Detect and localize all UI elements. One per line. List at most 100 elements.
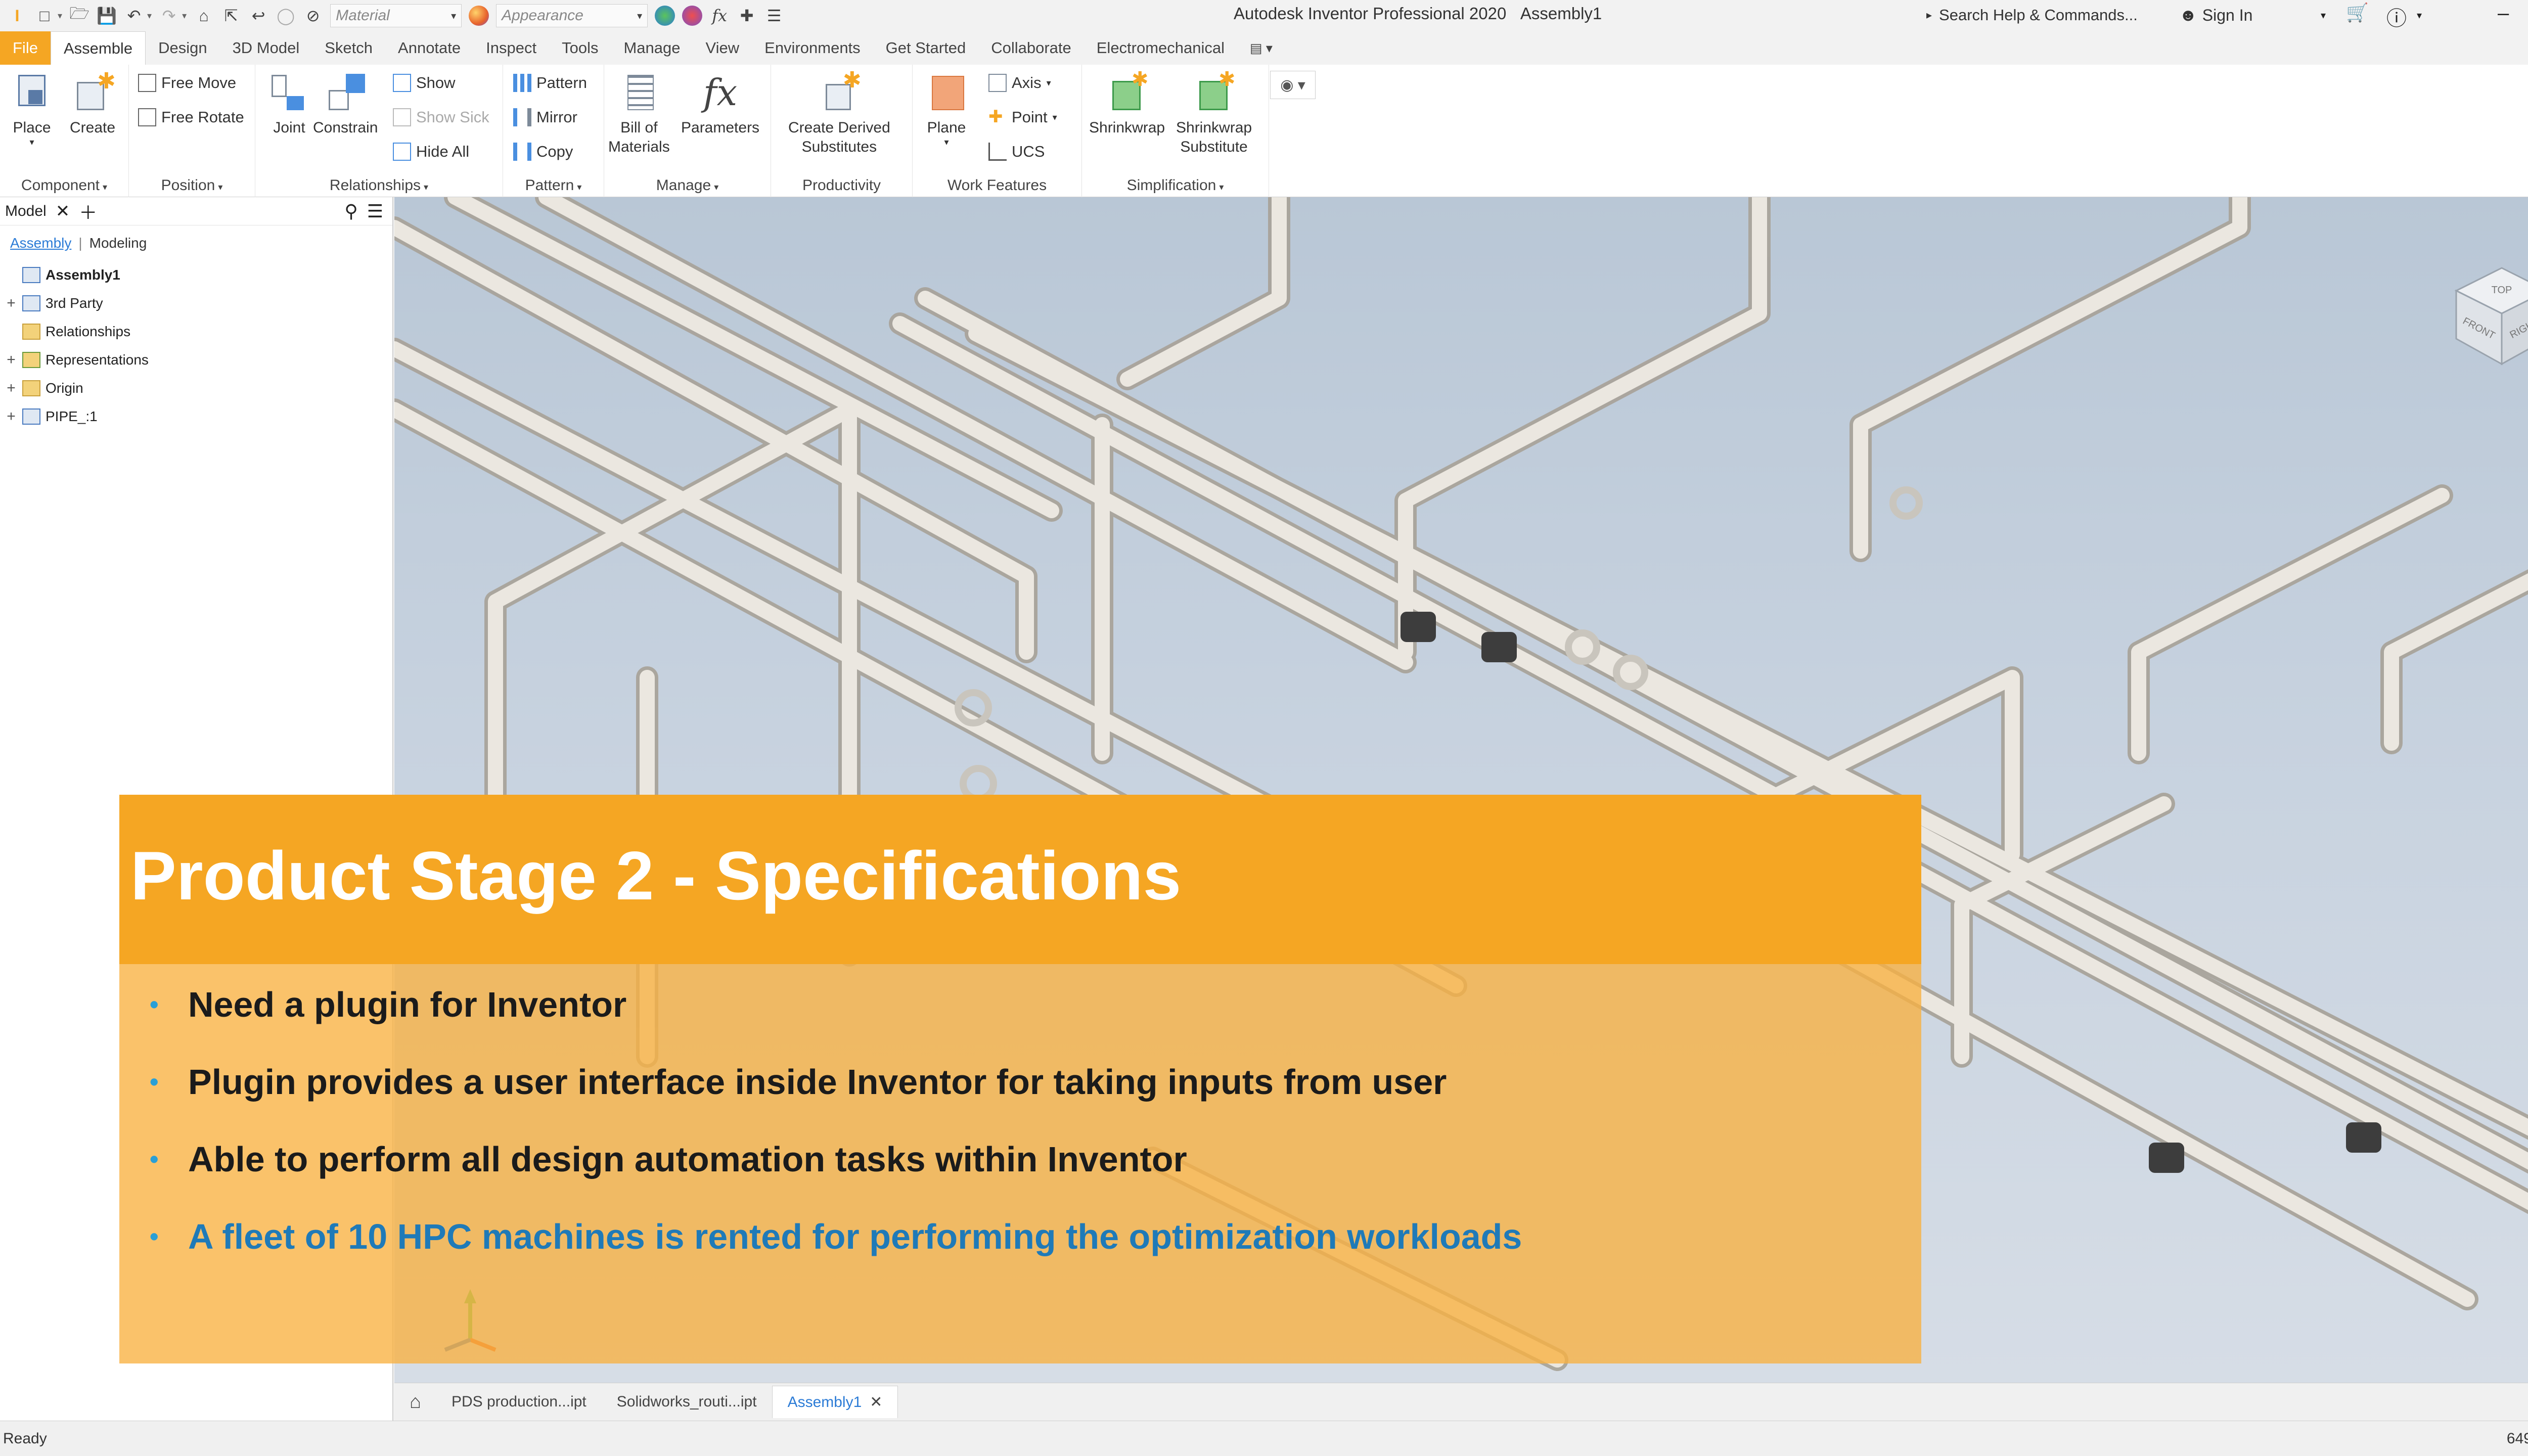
appearance-icon[interactable] bbox=[469, 6, 489, 26]
undo-dropdown-icon[interactable]: ▾ bbox=[147, 11, 152, 21]
tab-inspect[interactable]: Inspect bbox=[473, 31, 549, 65]
axis-button[interactable]: Axis ▾ bbox=[988, 70, 1051, 96]
component-group-label[interactable]: Component ▾ bbox=[0, 177, 128, 194]
help-dropdown-icon[interactable]: ▾ bbox=[2417, 9, 2422, 22]
free-move-button[interactable]: Free Move bbox=[138, 70, 236, 96]
cart-icon[interactable]: 🛒 bbox=[2346, 2, 2369, 23]
tree-item-relationships[interactable]: Relationships bbox=[5, 317, 392, 346]
document-tab-assembly1[interactable]: Assembly1 ✕ bbox=[772, 1386, 898, 1418]
new-dropdown-icon[interactable]: ▾ bbox=[58, 11, 62, 21]
close-icon[interactable]: ✕ bbox=[56, 201, 70, 221]
tab-modeling[interactable]: Modeling bbox=[89, 235, 147, 251]
create-button[interactable]: ✱ Create bbox=[70, 70, 116, 138]
point-button[interactable]: ✚ Point ▾ bbox=[988, 104, 1057, 130]
tree-item-assembly[interactable]: Assembly1 bbox=[5, 261, 392, 289]
ucs-label: UCS bbox=[1012, 143, 1045, 160]
home-icon: ⌂ bbox=[410, 1391, 421, 1413]
copy-button[interactable]: Copy bbox=[513, 139, 573, 165]
material-combo[interactable]: Material ▾ bbox=[330, 4, 462, 27]
tab-collaborate[interactable]: Collaborate bbox=[978, 31, 1084, 65]
customize-icon[interactable]: ☰ bbox=[764, 6, 784, 26]
appearance-combo[interactable]: Appearance ▾ bbox=[496, 4, 648, 27]
tree-item-origin[interactable]: + Origin bbox=[5, 374, 392, 402]
measure-icon[interactable]: ◯ bbox=[276, 6, 296, 26]
clear-appearance-icon[interactable] bbox=[682, 6, 703, 26]
redo-dropdown-icon[interactable]: ▾ bbox=[182, 11, 187, 21]
sign-in-button[interactable]: ☻ Sign In bbox=[2179, 3, 2252, 27]
mirror-button[interactable]: Mirror bbox=[513, 104, 577, 130]
select-icon[interactable]: ⇱ bbox=[221, 6, 241, 26]
tree-item-3rd-party[interactable]: + 3rd Party bbox=[5, 289, 392, 317]
adjust-appearance-icon[interactable] bbox=[655, 6, 675, 26]
view-cube[interactable]: TOP FRONT RIGHT bbox=[2446, 263, 2528, 379]
fx-icon[interactable]: fx bbox=[709, 6, 730, 26]
pattern-group-label[interactable]: Pattern ▾ bbox=[503, 177, 604, 194]
ribbon-overflow-button[interactable]: ◉ ▾ bbox=[1270, 71, 1316, 99]
redo-icon[interactable]: ↷ bbox=[159, 6, 179, 26]
new-file-icon[interactable]: □ bbox=[34, 6, 55, 26]
return-icon[interactable]: ↩ bbox=[248, 6, 268, 26]
relationships-group-label[interactable]: Relationships ▾ bbox=[255, 177, 503, 194]
menu-icon[interactable]: ☰ bbox=[367, 201, 383, 222]
position-label: Position bbox=[161, 177, 215, 194]
add-icon[interactable]: ＋ bbox=[79, 198, 97, 224]
expand-icon[interactable]: + bbox=[5, 380, 17, 397]
parameters-button[interactable]: fx Parameters bbox=[681, 70, 759, 138]
close-icon[interactable]: ✕ bbox=[870, 1393, 882, 1411]
ribbon-tabs: File Assemble Design 3D Model Sketch Ann… bbox=[0, 31, 2528, 65]
position-group-label[interactable]: Position ▾ bbox=[129, 177, 255, 194]
home-tab[interactable]: ⌂ bbox=[394, 1386, 436, 1418]
parameters-label: Parameters bbox=[681, 119, 760, 136]
bill-of-materials-button[interactable]: Bill of Materials bbox=[608, 70, 670, 157]
add-icon[interactable]: ✚ bbox=[737, 6, 757, 26]
create-derived-substitutes-button[interactable]: ✱ Create Derived Substitutes bbox=[788, 69, 890, 157]
pattern-button[interactable]: Pattern bbox=[513, 70, 587, 96]
expand-icon[interactable]: + bbox=[5, 295, 17, 312]
manage-group-label[interactable]: Manage ▾ bbox=[604, 177, 771, 194]
tree-item-pipe[interactable]: + PIPE_:1 bbox=[5, 402, 392, 431]
document-tab-pds[interactable]: PDS production...ipt bbox=[436, 1386, 602, 1418]
joint-button[interactable]: Joint bbox=[266, 70, 312, 138]
inventor-logo-icon[interactable]: I bbox=[7, 6, 27, 26]
place-button[interactable]: Place ▾ bbox=[9, 70, 55, 147]
hide-all-button[interactable]: Hide All bbox=[393, 139, 469, 165]
plane-button[interactable]: Plane ▾ bbox=[924, 70, 969, 147]
home-icon[interactable]: ⌂ bbox=[194, 6, 214, 26]
tab-file[interactable]: File bbox=[0, 31, 51, 65]
ribbon-display-toggle[interactable]: ▤ ▾ bbox=[1237, 31, 1285, 65]
clear-icon[interactable]: ⊘ bbox=[303, 6, 323, 26]
document-tab-solidworks[interactable]: Solidworks_routi...ipt bbox=[602, 1386, 772, 1418]
open-file-icon[interactable]: 🗁 bbox=[69, 4, 89, 26]
tab-electromechanical[interactable]: Electromechanical bbox=[1084, 31, 1237, 65]
help-icon[interactable]: ⓘ bbox=[2386, 2, 2407, 31]
show-button[interactable]: Show bbox=[393, 70, 456, 96]
tree-item-representations[interactable]: + Representations bbox=[5, 346, 392, 374]
expand-icon[interactable]: + bbox=[5, 351, 17, 369]
browser-title[interactable]: Model bbox=[5, 203, 47, 220]
tab-assemble[interactable]: Assemble bbox=[50, 31, 146, 65]
tab-get-started[interactable]: Get Started bbox=[873, 31, 979, 65]
undo-icon[interactable]: ↶ bbox=[124, 6, 144, 26]
tab-environments[interactable]: Environments bbox=[752, 31, 873, 65]
signin-dropdown-icon[interactable]: ▾ bbox=[2321, 9, 2326, 22]
shrinkwrap-button[interactable]: ✱ Shrinkwrap bbox=[1089, 69, 1165, 138]
tab-design[interactable]: Design bbox=[146, 31, 220, 65]
tab-view[interactable]: View bbox=[693, 31, 752, 65]
tab-assembly[interactable]: Assembly bbox=[10, 235, 71, 251]
search-icon[interactable]: ⚲ bbox=[344, 201, 357, 222]
free-rotate-button[interactable]: Free Rotate bbox=[138, 104, 244, 130]
ucs-button[interactable]: UCS bbox=[988, 139, 1045, 165]
shrinkwrap-substitute-button[interactable]: ✱ Shrinkwrap Substitute bbox=[1176, 69, 1252, 157]
tab-annotate[interactable]: Annotate bbox=[385, 31, 473, 65]
help-search-input[interactable]: ▸ Search Help & Commands... bbox=[1926, 3, 2139, 27]
tab-sketch[interactable]: Sketch bbox=[312, 31, 385, 65]
show-sick-button[interactable]: Show Sick bbox=[393, 104, 489, 130]
simplification-group-label[interactable]: Simplification ▾ bbox=[1082, 177, 1269, 194]
minimize-icon[interactable]: – bbox=[2498, 2, 2509, 25]
save-icon[interactable]: 💾 bbox=[97, 6, 117, 26]
tab-tools[interactable]: Tools bbox=[549, 31, 611, 65]
constrain-button[interactable]: Constrain bbox=[313, 70, 378, 138]
tab-manage[interactable]: Manage bbox=[611, 31, 693, 65]
tab-3d-model[interactable]: 3D Model bbox=[220, 31, 312, 65]
expand-icon[interactable]: + bbox=[5, 408, 17, 425]
